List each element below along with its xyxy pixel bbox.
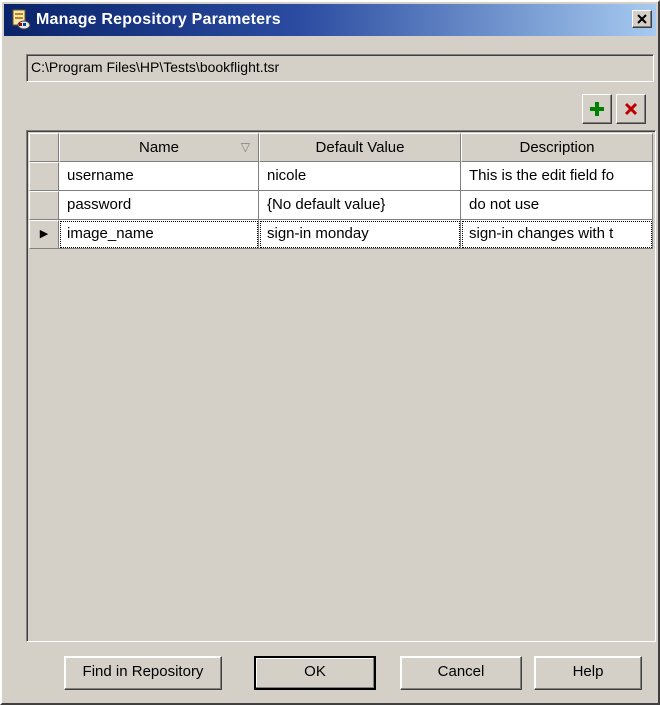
default-value-cell[interactable]: nicole [259, 162, 461, 191]
plus-icon [590, 102, 604, 116]
close-icon [637, 14, 647, 24]
description-cell[interactable]: sign-in changes with t [461, 220, 653, 249]
repository-icon [10, 9, 32, 31]
repository-path-field: C:\Program Files\HP\Tests\bookflight.tsr [26, 54, 654, 82]
default-value-cell[interactable]: {No default value} [259, 191, 461, 220]
row-selector[interactable] [29, 162, 59, 191]
name-cell[interactable]: username [59, 162, 259, 191]
add-parameter-button[interactable] [582, 94, 612, 124]
description-cell[interactable]: do not use [461, 191, 653, 220]
row-selector[interactable] [29, 191, 59, 220]
row-selector[interactable]: ▶ [29, 220, 59, 249]
close-button[interactable] [632, 10, 652, 28]
name-cell[interactable]: image_name [59, 220, 259, 249]
column-header-default-value[interactable]: Default Value [259, 133, 461, 162]
table-row[interactable]: username nicole This is the edit field f… [29, 162, 653, 191]
column-header-description[interactable]: Description [461, 133, 653, 162]
parameters-grid[interactable]: Name ▽ Default Value Description usernam… [26, 130, 656, 642]
column-header-name[interactable]: Name ▽ [59, 133, 259, 162]
header-corner [29, 133, 59, 162]
sort-indicator-icon: ▽ [240, 140, 250, 154]
help-button[interactable]: Help [534, 656, 642, 690]
description-cell[interactable]: This is the edit field fo [461, 162, 653, 191]
current-row-arrow-icon: ▶ [39, 228, 49, 240]
name-cell[interactable]: password [59, 191, 259, 220]
remove-parameter-button[interactable] [616, 94, 646, 124]
table-row[interactable]: ▶ image_name sign-in monday sign-in chan… [29, 220, 653, 249]
find-in-repository-button[interactable]: Find in Repository [64, 656, 222, 690]
cancel-button[interactable]: Cancel [400, 656, 522, 690]
dialog-window: Manage Repository Parameters C:\Program … [0, 0, 660, 705]
grid-header-row: Name ▽ Default Value Description [29, 133, 653, 162]
table-row[interactable]: password {No default value} do not use [29, 191, 653, 220]
column-header-name-label: Name [138, 139, 179, 156]
title-bar[interactable]: Manage Repository Parameters [4, 4, 656, 36]
ok-button[interactable]: OK [254, 656, 376, 690]
x-icon [624, 102, 638, 116]
default-value-cell[interactable]: sign-in monday [259, 220, 461, 249]
window-title: Manage Repository Parameters [36, 11, 281, 28]
